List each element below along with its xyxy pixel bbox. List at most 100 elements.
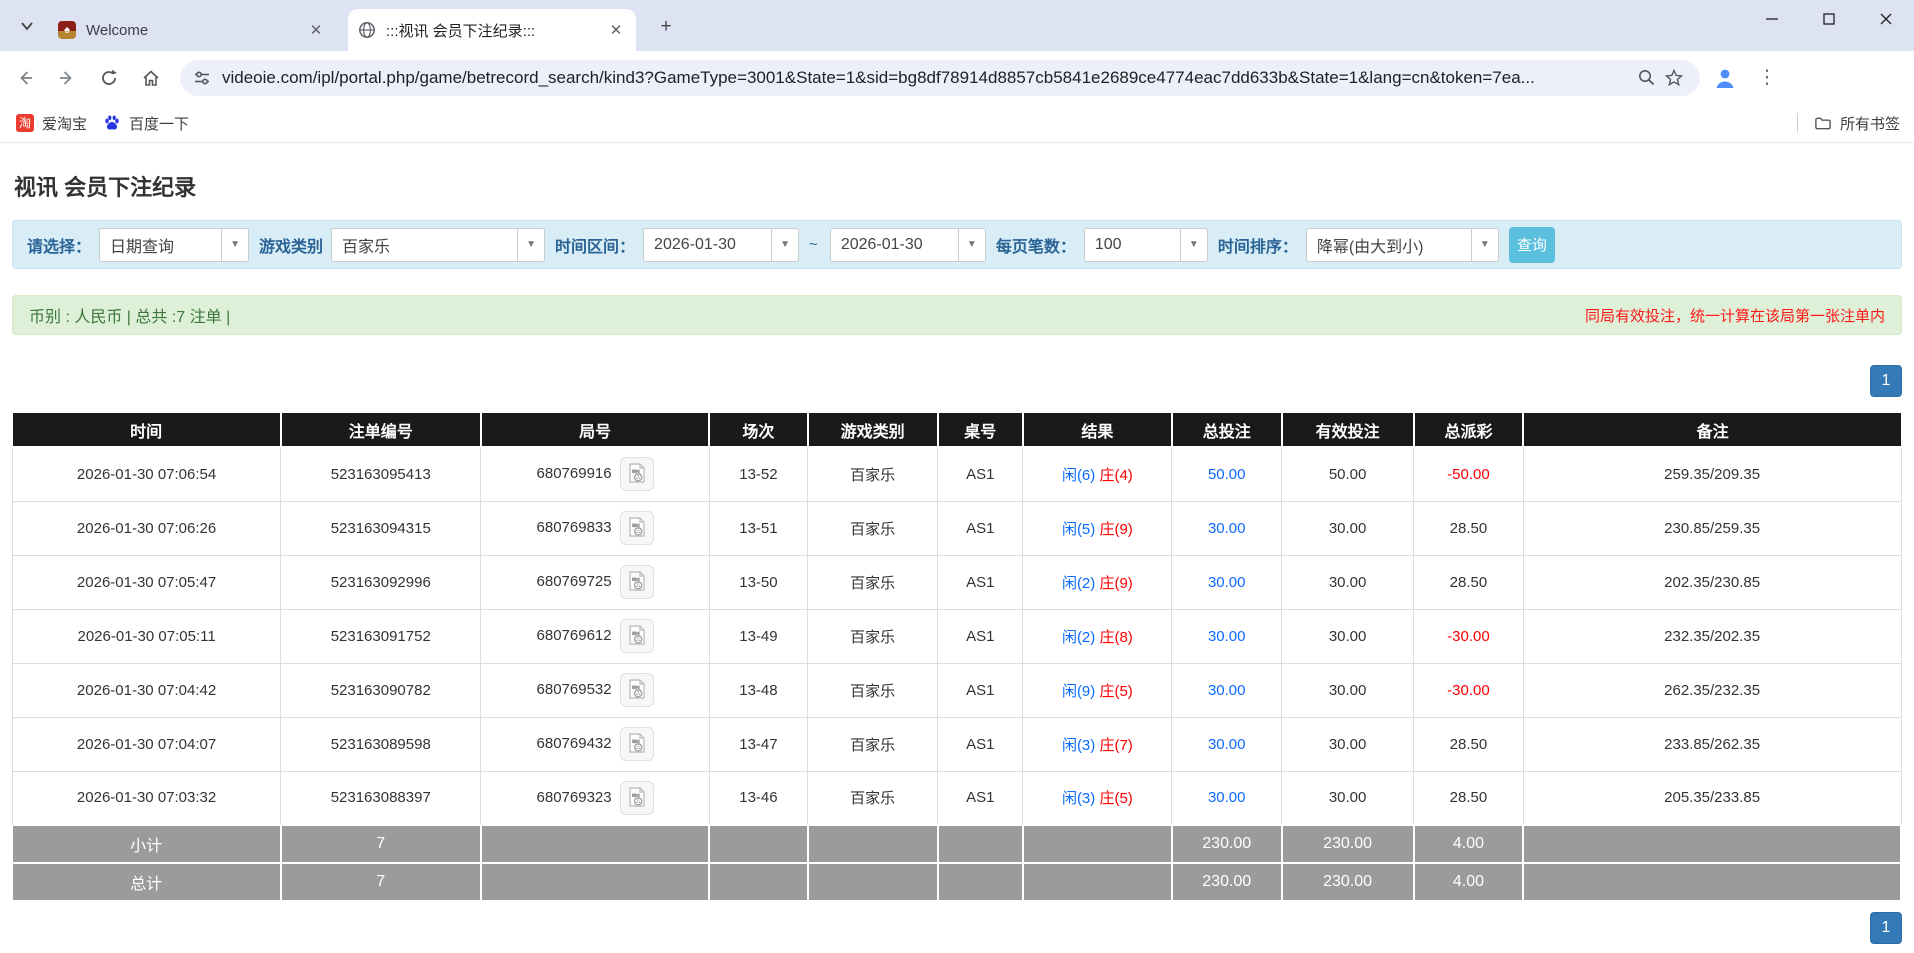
- back-button[interactable]: [8, 61, 42, 95]
- video-replay-button[interactable]: [620, 727, 654, 761]
- result-player: 闲(3): [1062, 790, 1095, 807]
- table-row: 2026-01-30 07:05:47523163092996680769725…: [13, 555, 1902, 609]
- cell-table_no: AS1: [938, 663, 1023, 717]
- tab-search-button[interactable]: [12, 11, 42, 41]
- video-replay-button[interactable]: [620, 619, 654, 653]
- column-header: 注单编号: [281, 413, 481, 447]
- sort-select[interactable]: 降幂(由大到小) ▼: [1306, 228, 1499, 262]
- all-bookmarks-button[interactable]: 所有书签: [1814, 113, 1900, 134]
- video-replay-button[interactable]: [620, 565, 654, 599]
- cell-time: 2026-01-30 07:04:07: [13, 717, 281, 771]
- cell-time: 2026-01-30 07:05:47: [13, 555, 281, 609]
- tab-close-icon[interactable]: ✕: [306, 20, 326, 40]
- browser-menu-button[interactable]: ⋮: [1750, 61, 1784, 95]
- cell-table_no: AS1: [938, 717, 1023, 771]
- query-type-select[interactable]: 日期查询 ▼: [99, 228, 249, 262]
- column-header: 总投注: [1172, 413, 1282, 447]
- close-window-button[interactable]: [1857, 0, 1914, 38]
- url-bar[interactable]: videoie.com/ipl/portal.php/game/betrecor…: [180, 60, 1700, 96]
- game-type-select[interactable]: 百家乐 ▼: [331, 228, 545, 262]
- video-replay-button[interactable]: [620, 457, 654, 491]
- cell-remark: 233.85/262.35: [1523, 717, 1901, 771]
- tab-betrecord[interactable]: :::视讯 会员下注纪录::: ✕: [348, 9, 636, 51]
- maximize-button[interactable]: [1800, 0, 1857, 38]
- date-to-select[interactable]: 2026-01-30 ▼: [830, 228, 986, 262]
- cell-payout: 28.50: [1414, 555, 1524, 609]
- summary-cell: [938, 863, 1023, 901]
- query-type-value: 日期查询: [99, 228, 221, 262]
- table-row: 2026-01-30 07:04:42523163090782680769532…: [13, 663, 1902, 717]
- bookmark-taobao[interactable]: 淘 爱淘宝: [16, 113, 87, 134]
- chevron-down-icon[interactable]: ▼: [221, 228, 249, 262]
- cell-result: 闲(6) 庄(4): [1023, 447, 1172, 501]
- cell-game: 百家乐: [808, 447, 938, 501]
- video-replay-icon: [625, 731, 649, 755]
- reload-button[interactable]: [92, 61, 126, 95]
- result-banker: 庄(9): [1099, 521, 1132, 538]
- page-1-button[interactable]: 1: [1870, 365, 1902, 397]
- tab-close-icon[interactable]: ✕: [606, 20, 626, 40]
- cell-total_bet[interactable]: 30.00: [1172, 717, 1282, 771]
- cell-total_bet[interactable]: 30.00: [1172, 663, 1282, 717]
- reload-icon: [99, 68, 119, 88]
- cell-total_bet[interactable]: 30.00: [1172, 771, 1282, 825]
- forward-button[interactable]: [50, 61, 84, 95]
- date-from-select[interactable]: 2026-01-30 ▼: [643, 228, 799, 262]
- per-page-select[interactable]: 100 ▼: [1084, 228, 1208, 262]
- video-replay-icon: [625, 461, 649, 485]
- chevron-down-icon[interactable]: ▼: [771, 228, 799, 262]
- tab-welcome[interactable]: ♠ Welcome ✕: [48, 9, 336, 51]
- chevron-down-icon[interactable]: ▼: [1471, 228, 1499, 262]
- chevron-down-icon[interactable]: ▼: [958, 228, 986, 262]
- filter-bar: 请选择： 日期查询 ▼ 游戏类别 百家乐 ▼ 时间区间： 2026-01-30 …: [12, 220, 1902, 269]
- cell-bet_no: 523163090782: [281, 663, 481, 717]
- minimize-button[interactable]: [1743, 0, 1800, 38]
- summary-bar: 币别 : 人民币 | 总共 :7 注单 | 同局有效投注，统一计算在该局第一张注…: [12, 295, 1902, 335]
- profile-avatar[interactable]: [1708, 61, 1742, 95]
- column-header: 备注: [1523, 413, 1901, 447]
- video-replay-button[interactable]: [620, 673, 654, 707]
- cell-valid_bet: 30.00: [1282, 771, 1414, 825]
- cell-total_bet[interactable]: 30.00: [1172, 501, 1282, 555]
- zoom-page-icon[interactable]: [1632, 64, 1660, 92]
- cell-valid_bet: 30.00: [1282, 501, 1414, 555]
- bookmark-baidu[interactable]: 百度一下: [103, 113, 189, 134]
- video-replay-button[interactable]: [620, 781, 654, 815]
- video-replay-button[interactable]: [620, 511, 654, 545]
- cell-round: 680769432: [481, 717, 710, 771]
- cell-time: 2026-01-30 07:05:11: [13, 609, 281, 663]
- summary-cell: [808, 863, 938, 901]
- page-1-button[interactable]: 1: [1870, 912, 1902, 944]
- chevron-down-icon[interactable]: ▼: [1180, 228, 1208, 262]
- cell-total_bet[interactable]: 30.00: [1172, 555, 1282, 609]
- cell-game: 百家乐: [808, 501, 938, 555]
- home-button[interactable]: [134, 61, 168, 95]
- new-tab-button[interactable]: +: [652, 13, 680, 41]
- tab-title: Welcome: [86, 22, 306, 39]
- bookmark-star-icon[interactable]: [1660, 64, 1688, 92]
- result-banker: 庄(4): [1099, 467, 1132, 484]
- cell-total_bet[interactable]: 50.00: [1172, 447, 1282, 501]
- chevron-down-icon[interactable]: ▼: [517, 228, 545, 262]
- per-page-label: 每页笔数：: [996, 233, 1076, 257]
- cell-round: 680769725: [481, 555, 710, 609]
- search-button[interactable]: 查询: [1509, 227, 1555, 263]
- cell-payout: -30.00: [1414, 609, 1524, 663]
- summary-cell: 总计: [13, 863, 281, 901]
- per-page-value: 100: [1084, 228, 1180, 262]
- cell-round: 680769833: [481, 501, 710, 555]
- cell-valid_bet: 30.00: [1282, 609, 1414, 663]
- cell-table_no: AS1: [938, 555, 1023, 609]
- result-player: 闲(2): [1062, 575, 1095, 592]
- cell-round: 680769916: [481, 447, 710, 501]
- cell-result: 闲(3) 庄(7): [1023, 717, 1172, 771]
- select-label: 请选择：: [27, 233, 91, 257]
- url-text[interactable]: videoie.com/ipl/portal.php/game/betrecor…: [222, 68, 1632, 88]
- table-row: 2026-01-30 07:04:07523163089598680769432…: [13, 717, 1902, 771]
- cell-total_bet[interactable]: 30.00: [1172, 609, 1282, 663]
- cell-game: 百家乐: [808, 717, 938, 771]
- cell-remark: 259.35/209.35: [1523, 447, 1901, 501]
- cell-game: 百家乐: [808, 771, 938, 825]
- cell-valid_bet: 50.00: [1282, 447, 1414, 501]
- site-info-icon[interactable]: [192, 68, 212, 88]
